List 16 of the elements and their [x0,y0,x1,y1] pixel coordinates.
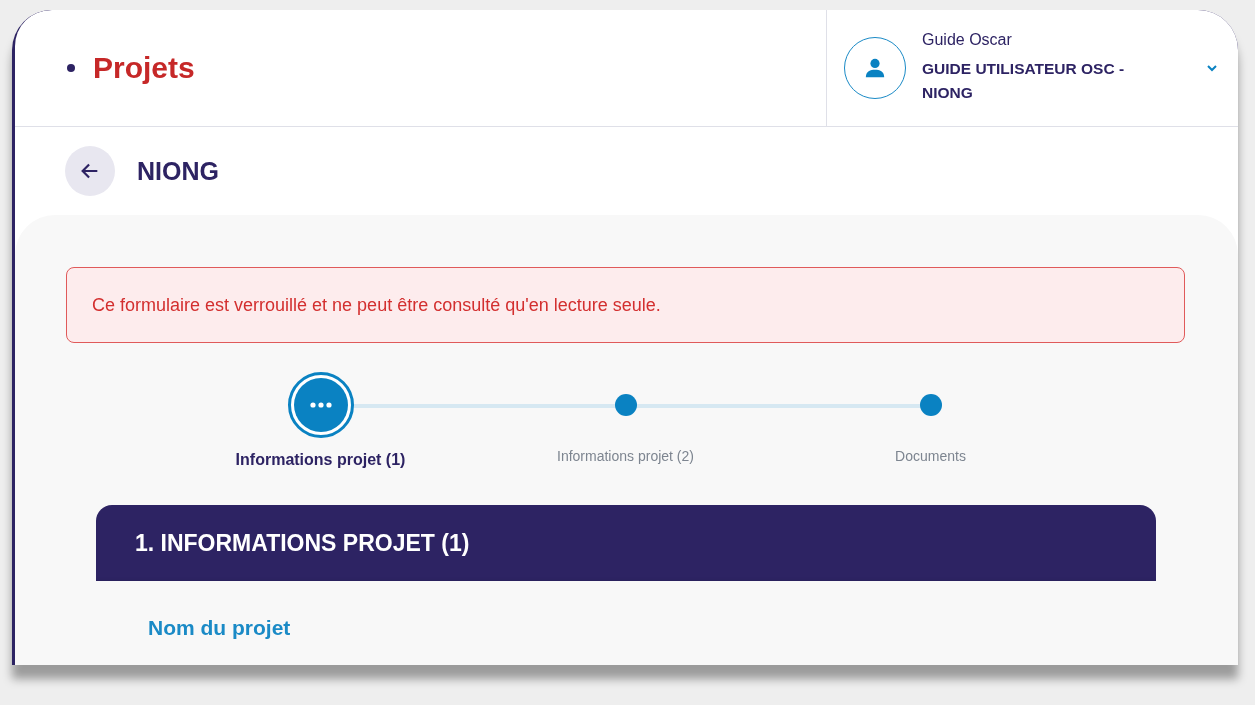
organization-name: GUIDE UTILISATEUR OSC - NIONG [922,59,1126,103]
chevron-down-icon [1206,64,1218,72]
step-dot[interactable] [919,394,942,416]
alert-message: Ce formulaire est verrouillé et ne peut être consulté qu'en lecture seule. [66,267,1185,343]
bullet-icon [67,64,75,72]
back-button[interactable] [65,146,115,196]
page-heading: Projets [93,51,195,85]
step-label: Documents [895,448,966,464]
step-label: Informations projet (1) [235,451,406,469]
user-name: Guide Oscar [922,31,1013,49]
project-title: NIONG [137,156,219,186]
step-label: Informations projet (2) [557,448,694,464]
field-label: Nom du projet [148,616,291,639]
step-dot[interactable] [614,394,637,416]
section-title: 1. INFORMATIONS PROJET (1) [135,529,470,557]
user-menu[interactable]: Guide Oscar GUIDE UTILISATEUR OSC - NIONG [826,10,1238,126]
